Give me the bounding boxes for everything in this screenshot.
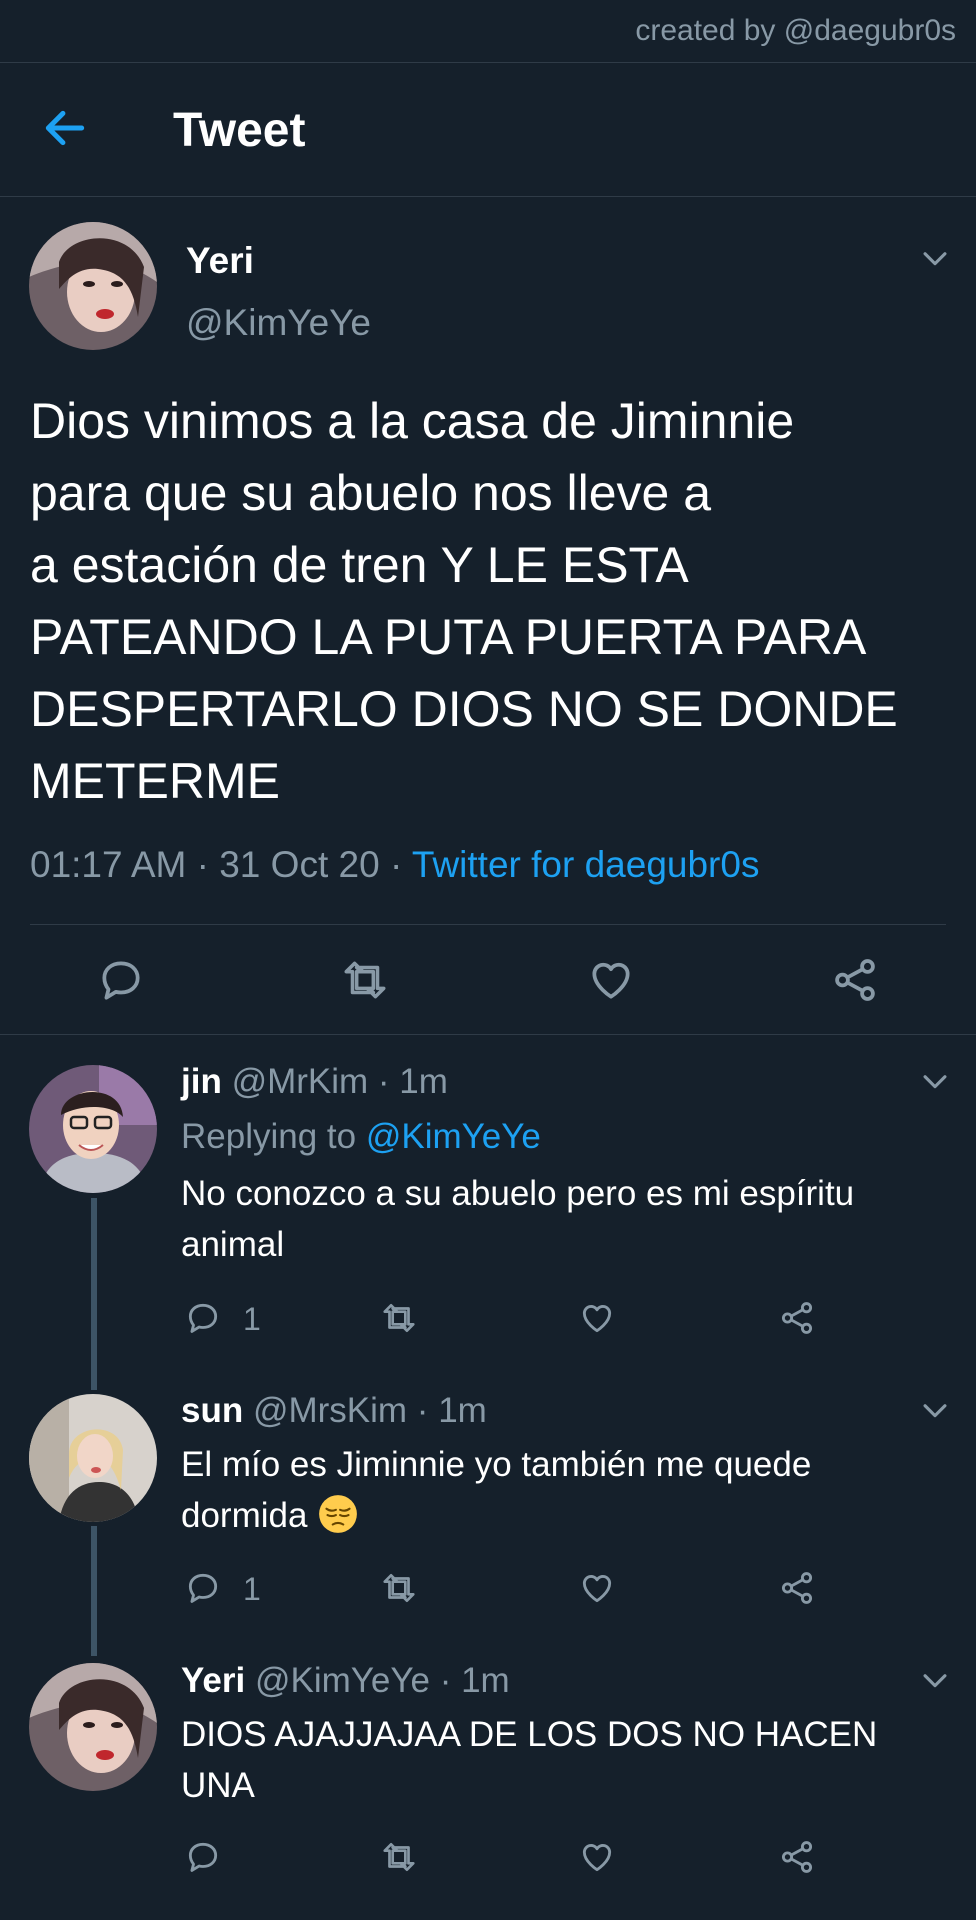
thread-line (91, 1198, 97, 1390)
tweet-date: 31 Oct 20 (219, 844, 380, 885)
author-name[interactable]: Yeri (181, 1661, 245, 1700)
tweet-text-line: para que su abuelo nos lleve a (30, 465, 712, 521)
like-icon[interactable] (578, 1569, 616, 1607)
reply-text-line: UNA (181, 1766, 255, 1805)
tweet-text-line: DESPERTARLO DIOS NO SE DONDE (30, 681, 898, 737)
credit-bar: created by @daegubr0s (0, 0, 976, 63)
thread-line (91, 1526, 97, 1656)
retweet-icon[interactable] (340, 955, 390, 1005)
reply-icon[interactable] (96, 955, 146, 1005)
reply-icon[interactable] (184, 1569, 222, 1607)
chevron-down-icon[interactable] (918, 1393, 952, 1427)
reply-text: El mío es Jiminnie yo también me quede d… (181, 1439, 961, 1541)
reply-header: sun @MrsKim · 1m (181, 1391, 487, 1431)
retweet-icon[interactable] (380, 1838, 418, 1876)
pensive-face-icon (319, 1495, 358, 1533)
reply-count: 1 (243, 1571, 261, 1607)
tweet-source-link[interactable]: Twitter for daegubr0s (412, 844, 760, 885)
page-title: Tweet (173, 104, 306, 157)
reply-text: No conozco a su abuelo pero es mi espíri… (181, 1168, 961, 1270)
reply-text: DIOS AJAJJAJAA DE LOS DOS NO HACEN UNA (181, 1709, 961, 1811)
reply-count: 1 (243, 1301, 261, 1337)
reply-icon[interactable] (184, 1838, 222, 1876)
top-bar: Tweet (0, 63, 976, 197)
author-handle[interactable]: @KimYeYe (186, 302, 371, 344)
tweet-text: Dios vinimos a la casa de Jiminnie para … (30, 385, 960, 817)
like-icon[interactable] (586, 955, 636, 1005)
tweet-meta: 01:17 AM · 31 Oct 20 · Twitter for daegu… (30, 844, 759, 886)
author-name[interactable]: jin (181, 1062, 222, 1101)
avatar[interactable] (29, 1394, 157, 1522)
reply-text-line-with-emoji: dormida (181, 1490, 961, 1541)
avatar[interactable] (29, 1065, 157, 1193)
reply-text-line: El mío es Jiminnie yo también me quede (181, 1445, 812, 1484)
back-arrow-icon[interactable] (40, 103, 90, 153)
author-name[interactable]: Yeri (186, 240, 254, 282)
reply-text-line: No conozco a su abuelo pero es mi espíri… (181, 1174, 855, 1213)
tweet-text-line: PATEANDO LA PUTA PUERTA PARA (30, 609, 867, 665)
avatar[interactable] (29, 1663, 157, 1791)
reply-text-line: DIOS AJAJJAJAA DE LOS DOS NO HACEN (181, 1715, 878, 1754)
tweet-text-line: Dios vinimos a la casa de Jiminnie (30, 393, 795, 449)
share-icon[interactable] (778, 1299, 816, 1337)
share-icon[interactable] (778, 1569, 816, 1607)
divider (30, 924, 946, 925)
mention-link[interactable]: @KimYeYe (366, 1117, 541, 1156)
tweet-time: 01:17 AM (30, 844, 187, 885)
reply-meta: @MrKim · 1m (231, 1062, 448, 1101)
like-icon[interactable] (578, 1299, 616, 1337)
retweet-icon[interactable] (380, 1299, 418, 1337)
reply-icon[interactable] (184, 1299, 222, 1337)
retweet-icon[interactable] (380, 1569, 418, 1607)
replying-to: Replying to @KimYeYe (181, 1117, 541, 1157)
replying-to-label: Replying to (181, 1117, 366, 1156)
chevron-down-icon[interactable] (918, 1064, 952, 1098)
like-icon[interactable] (578, 1838, 616, 1876)
avatar[interactable] (29, 222, 157, 350)
reply-header: jin @MrKim · 1m (181, 1062, 448, 1102)
author-name[interactable]: sun (181, 1391, 243, 1430)
reply-text-line: dormida (181, 1496, 308, 1535)
divider (0, 1034, 976, 1035)
share-icon[interactable] (778, 1838, 816, 1876)
reply-text-line: animal (181, 1225, 285, 1264)
meta-separator: · (186, 844, 220, 885)
meta-separator: · (379, 844, 412, 885)
reply-header: Yeri @KimYeYe · 1m (181, 1661, 510, 1701)
tweet-text-line: METERME (30, 753, 280, 809)
share-icon[interactable] (830, 955, 880, 1005)
chevron-down-icon[interactable] (918, 1663, 952, 1697)
chevron-down-icon[interactable] (918, 241, 952, 275)
credit-text: created by @daegubr0s (635, 14, 956, 47)
reply-meta: @KimYeYe · 1m (254, 1661, 510, 1700)
tweet-text-line: a estación de tren Y LE ESTA (30, 537, 689, 593)
reply-meta: @MrsKim · 1m (252, 1391, 487, 1430)
